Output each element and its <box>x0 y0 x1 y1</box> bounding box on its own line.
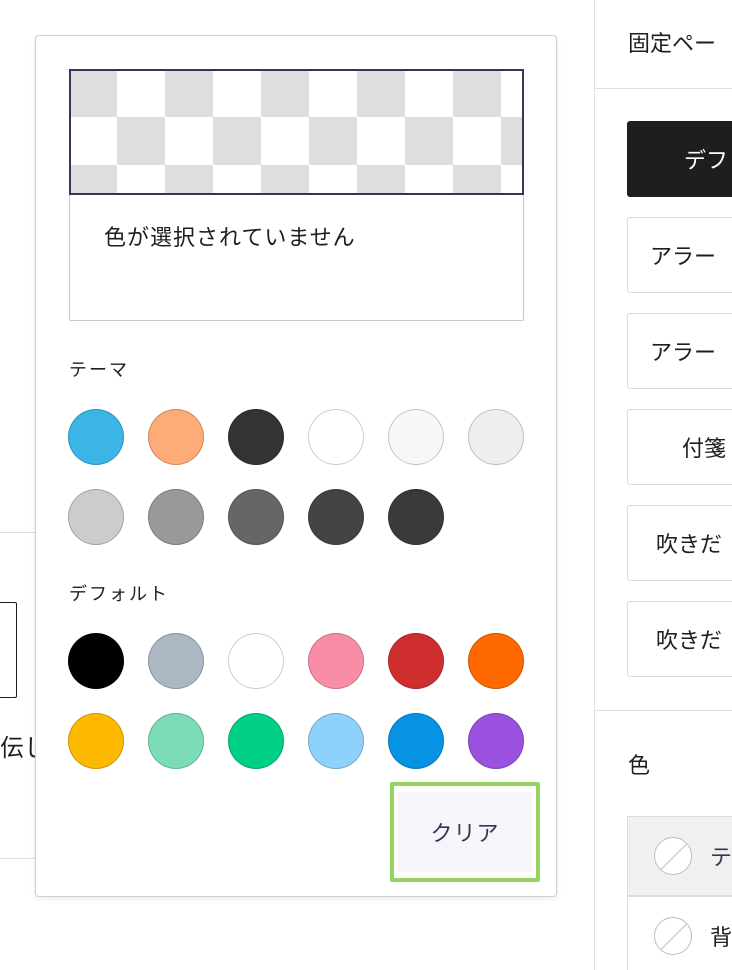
style-label: アラー <box>650 341 717 366</box>
style-label: デフ <box>684 149 729 174</box>
style-button-alert-1[interactable]: アラー <box>627 217 732 293</box>
color-swatch[interactable] <box>388 489 444 545</box>
color-row-label: テ <box>710 846 732 871</box>
color-swatch[interactable] <box>308 633 364 689</box>
color-picker-popover: 色が選択されていません テーマ デフォルト クリア <box>35 35 557 897</box>
color-preview: 色が選択されていません <box>69 69 524 321</box>
block-title: 固定ペー <box>628 32 717 57</box>
color-swatch[interactable] <box>308 489 364 545</box>
divider <box>0 858 40 859</box>
color-swatch[interactable] <box>68 489 124 545</box>
color-swatch[interactable] <box>68 409 124 465</box>
style-button-balloon-2[interactable]: 吹きだ <box>627 601 732 677</box>
settings-sidebar: 固定ペー デフ アラー アラー 付箋 吹きだ 吹きだ 色 テ 背 <box>594 0 732 970</box>
style-label: 付箋 <box>682 437 727 462</box>
style-button-balloon-1[interactable]: 吹きだ <box>627 505 732 581</box>
color-swatch[interactable] <box>148 633 204 689</box>
color-swatch[interactable] <box>308 409 364 465</box>
color-row-text[interactable]: テ <box>627 816 732 896</box>
theme-palette-label: テーマ <box>69 360 129 381</box>
color-row-background[interactable]: 背 <box>627 896 732 970</box>
no-color-text: 色が選択されていません <box>104 226 356 251</box>
color-swatch[interactable] <box>228 713 284 769</box>
style-button-default[interactable]: デフ <box>627 121 732 197</box>
style-label: アラー <box>650 245 717 270</box>
transparent-preview <box>69 69 524 195</box>
color-swatch[interactable] <box>308 713 364 769</box>
color-panel-title: 色 <box>628 754 651 779</box>
color-swatch[interactable] <box>468 409 524 465</box>
color-swatch[interactable] <box>68 713 124 769</box>
color-swatch[interactable] <box>388 633 444 689</box>
color-swatch[interactable] <box>228 489 284 545</box>
style-button-alert-2[interactable]: アラー <box>627 313 732 389</box>
color-swatch[interactable] <box>68 633 124 689</box>
color-swatch[interactable] <box>388 409 444 465</box>
color-row-label: 背 <box>710 926 732 951</box>
clear-button[interactable]: クリア <box>390 782 540 882</box>
color-swatch[interactable] <box>468 713 524 769</box>
no-color-icon <box>654 837 692 875</box>
editor-text: 伝し <box>0 734 36 762</box>
color-swatch[interactable] <box>148 409 204 465</box>
color-swatch[interactable] <box>148 489 204 545</box>
color-swatch[interactable] <box>228 633 284 689</box>
divider <box>595 710 732 711</box>
editor-block[interactable] <box>0 602 17 698</box>
no-color-icon <box>654 917 692 955</box>
divider <box>0 532 40 533</box>
color-swatch[interactable] <box>388 713 444 769</box>
clear-button-label: クリア <box>398 792 532 872</box>
default-palette-label: デフォルト <box>69 584 169 605</box>
style-label: 吹きだ <box>656 533 723 558</box>
style-button-sticky[interactable]: 付箋 <box>627 409 732 485</box>
color-swatch[interactable] <box>468 633 524 689</box>
color-swatch[interactable] <box>228 409 284 465</box>
divider <box>595 88 732 89</box>
color-swatch[interactable] <box>148 713 204 769</box>
style-label: 吹きだ <box>656 629 723 654</box>
